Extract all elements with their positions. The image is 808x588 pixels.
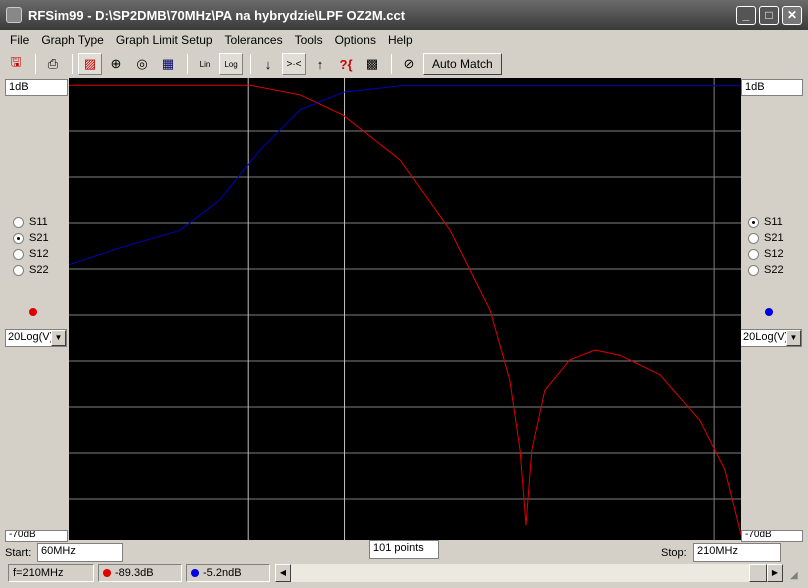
graph-rect-icon[interactable]: ▨ — [78, 53, 102, 75]
app-icon — [6, 7, 22, 23]
red-dot-icon — [103, 569, 111, 577]
blue-dot-icon — [191, 569, 199, 577]
radio-label: S22 — [29, 264, 49, 276]
right-radio-s21[interactable]: S21 — [748, 232, 784, 244]
radio-label: S21 — [29, 232, 49, 244]
polar-chart-icon[interactable]: ◎ — [130, 53, 154, 75]
resize-grip-icon[interactable]: ◢ — [790, 570, 798, 581]
title-bar: RFSim99 - D:\SP2DMB\70MHz\PA na hybrydzi… — [0, 0, 808, 30]
print-icon[interactable]: ⎙ — [41, 53, 65, 75]
frequency-scrollbar[interactable]: ◀ ▶ — [275, 564, 783, 582]
graph-svg — [68, 78, 742, 546]
left-trace-color-dot — [29, 308, 37, 316]
left-radio-s12[interactable]: S12 — [13, 248, 49, 260]
menu-graph-type[interactable]: Graph Type — [41, 33, 103, 47]
auto-match-button[interactable]: Auto Match — [423, 53, 502, 75]
zoom-in-icon[interactable]: >·< — [282, 53, 306, 75]
select-value: 20Log(V) — [8, 331, 54, 343]
scroll-thumb[interactable] — [749, 564, 767, 582]
right-bottom-scale[interactable]: -70dB — [741, 530, 803, 542]
right-top-scale[interactable]: 1dB — [741, 79, 803, 96]
radio-label: S11 — [764, 216, 783, 228]
radio-label: S12 — [29, 248, 49, 260]
left-mode-select[interactable]: 20Log(V) ▼ — [5, 329, 67, 347]
start-input[interactable]: 60MHz — [37, 543, 123, 562]
select-value: 20Log(V) — [743, 331, 789, 343]
component-icon[interactable]: ▩ — [360, 53, 384, 75]
arrow-down-icon[interactable]: ↓ — [256, 53, 280, 75]
radio-label: S22 — [764, 264, 784, 276]
smith-chart-icon[interactable]: ⊕ — [104, 53, 128, 75]
tune-icon[interactable]: ⊘ — [397, 53, 421, 75]
right-radio-s12[interactable]: S12 — [748, 248, 784, 260]
window-title: RFSim99 - D:\SP2DMB\70MHz\PA na hybrydzi… — [28, 7, 406, 23]
table-icon[interactable]: ▦ — [156, 53, 180, 75]
radio-label: S11 — [29, 216, 48, 228]
help-icon[interactable]: ?{ — [334, 53, 358, 75]
maximize-button[interactable]: □ — [759, 6, 779, 25]
stop-label: Stop: — [661, 547, 687, 559]
left-radio-s11[interactable]: S11 — [13, 216, 48, 228]
minimize-button[interactable]: _ — [736, 6, 756, 25]
status-right-text: -5.2ndB — [203, 567, 242, 579]
menu-options[interactable]: Options — [335, 33, 376, 47]
chevron-down-icon: ▼ — [51, 330, 66, 346]
trace-s21 — [69, 84, 742, 535]
menu-bar: File Graph Type Graph Limit Setup Tolera… — [0, 30, 808, 50]
graph-area[interactable] — [68, 78, 742, 546]
left-bottom-scale[interactable]: -70dB — [5, 530, 68, 542]
status-left-text: -89.3dB — [115, 567, 154, 579]
stop-input[interactable]: 210MHz — [693, 543, 781, 562]
start-label: Start: — [5, 547, 32, 559]
menu-help[interactable]: Help — [388, 33, 413, 47]
right-radio-s11[interactable]: S11 — [748, 216, 783, 228]
status-right-value: -5.2ndB — [186, 564, 270, 582]
save-icon[interactable]: 🖫 — [4, 53, 28, 75]
right-trace-color-dot — [765, 308, 773, 316]
lin-scale-icon[interactable]: Lin — [193, 53, 217, 75]
menu-tools[interactable]: Tools — [295, 33, 323, 47]
left-top-scale[interactable]: 1dB — [5, 79, 68, 96]
arrow-up-icon[interactable]: ↑ — [308, 53, 332, 75]
trace-s11 — [68, 85, 741, 266]
radio-label: S12 — [764, 248, 784, 260]
right-radio-s22[interactable]: S22 — [748, 264, 784, 276]
scroll-right-icon[interactable]: ▶ — [767, 564, 783, 582]
left-radio-s22[interactable]: S22 — [13, 264, 49, 276]
radio-label: S21 — [764, 232, 784, 244]
left-radio-s21[interactable]: S21 — [13, 232, 49, 244]
chevron-down-icon: ▼ — [786, 330, 801, 346]
menu-tolerances[interactable]: Tolerances — [225, 33, 283, 47]
right-mode-select[interactable]: 20Log(V) ▼ — [740, 329, 802, 347]
status-frequency: f=210MHz — [8, 564, 94, 582]
menu-graph-limit-setup[interactable]: Graph Limit Setup — [116, 33, 213, 47]
status-left-value: -89.3dB — [98, 564, 182, 582]
points-input[interactable]: 101 points — [369, 540, 439, 559]
menu-file[interactable]: File — [10, 33, 29, 47]
scroll-left-icon[interactable]: ◀ — [275, 564, 291, 582]
toolbar: 🖫 ⎙ ▨ ⊕ ◎ ▦ Lin Log ↓ >·< ↑ ?{ ▩ ⊘ Auto … — [4, 52, 502, 76]
status-frequency-text: f=210MHz — [13, 567, 64, 579]
log-scale-icon[interactable]: Log — [219, 53, 243, 75]
close-button[interactable]: ✕ — [782, 6, 802, 25]
